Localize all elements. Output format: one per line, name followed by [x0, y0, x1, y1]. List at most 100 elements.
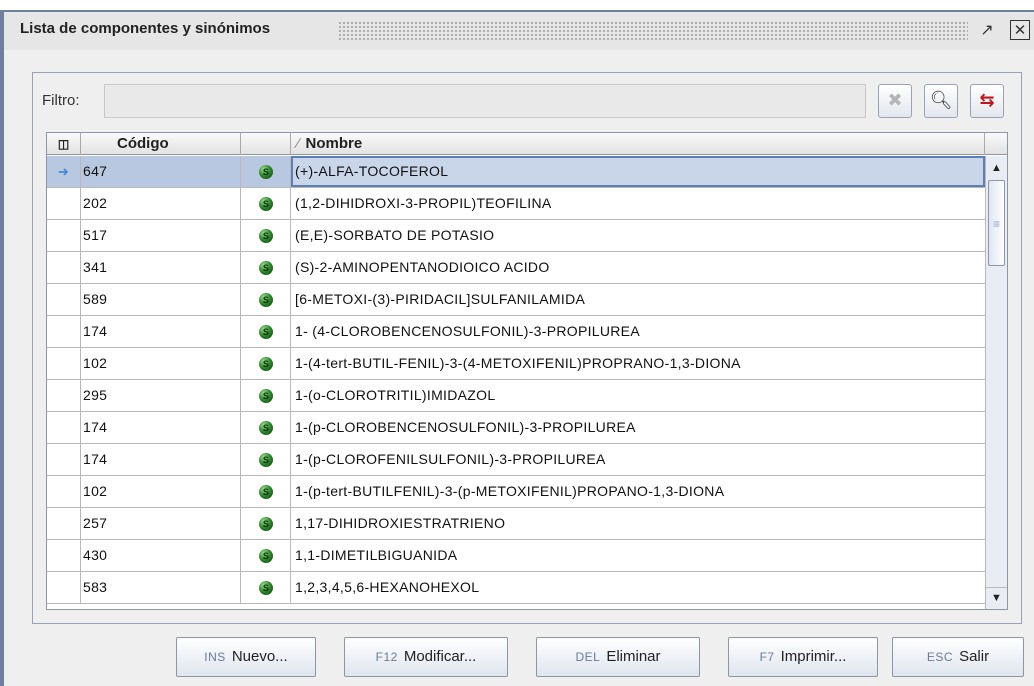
row-codigo: 517: [81, 220, 241, 251]
row-header: [47, 220, 81, 251]
row-nombre: 1-(p-tert-BUTILFENIL)-3-(p-METOXIFENIL)P…: [295, 483, 725, 499]
row-icon-cell: S: [241, 508, 291, 539]
row-header: [47, 380, 81, 411]
table-body: ➜ 647 S (+)-ALFA-TOCOFEROL 202 S (1,2-DIHIDROX…: [47, 156, 985, 604]
sort-indicator-icon: ⁄: [297, 135, 300, 152]
row-codigo: 102: [81, 348, 241, 379]
table-header: ◫ Código ⁄ Nombre: [47, 133, 1007, 155]
table-row[interactable]: 589 S [6-METOXI-(3)-PIRIDACIL]SULFANILAMID…: [47, 284, 985, 316]
row-header: [47, 252, 81, 283]
modify-button-label: Modificar...: [403, 648, 477, 665]
table-row[interactable]: 295 S 1-(o-CLOROTRITIL)IMIDAZOL: [47, 380, 985, 412]
table-row[interactable]: 102 S 1-(4-tert-BUTIL-FENIL)-3-(4-METOXIFE…: [47, 348, 985, 380]
row-nombre: 1- (4-CLOROBENCENOSULFONIL)-3-PROPILUREA: [295, 323, 640, 339]
clear-filter-button[interactable]: ✖: [878, 84, 912, 118]
row-header: [47, 412, 81, 443]
row-codigo: 583: [81, 572, 241, 603]
row-codigo: 257: [81, 508, 241, 539]
delete-button[interactable]: DEL Eliminar: [536, 637, 700, 677]
table-row[interactable]: 583 S 1,2,3,4,5,6-HEXANOHEXOL: [47, 572, 985, 604]
new-button-shortcut: INS: [204, 650, 226, 664]
synonym-green-s-icon: S: [259, 581, 273, 595]
row-header: [47, 316, 81, 347]
restore-icon[interactable]: ↗: [976, 20, 998, 42]
column-header-icon[interactable]: [241, 133, 291, 155]
title-bar[interactable]: Lista de componentes y sinónimos ↗ ✕: [4, 10, 1034, 50]
filter-label: Filtro:: [42, 92, 80, 109]
swap-button[interactable]: ⇆: [970, 84, 1004, 118]
row-header: [47, 572, 81, 603]
row-icon-cell: S: [241, 156, 291, 187]
row-icon-cell: S: [241, 540, 291, 571]
exit-button-label: Salir: [959, 648, 990, 665]
row-icon-cell: S: [241, 444, 291, 475]
scroll-up-icon[interactable]: ▲: [986, 158, 1007, 178]
table-row[interactable]: 174 S 1- (4-CLOROBENCENOSULFONIL)-3-PROPIL…: [47, 316, 985, 348]
synonym-green-s-icon: S: [259, 357, 273, 371]
column-header-nombre-label: Nombre: [305, 135, 363, 152]
exit-button[interactable]: ESC Salir: [892, 637, 1024, 677]
modify-button[interactable]: F12 Modificar...: [344, 637, 508, 677]
synonym-green-s-icon: S: [259, 485, 273, 499]
row-nombre: (+)-ALFA-TOCOFEROL: [291, 156, 985, 187]
clear-icon: ✖: [887, 90, 903, 111]
table-row[interactable]: 174 S 1-(p-CLOROFENILSULFONIL)-3-PROPILURE…: [47, 444, 985, 476]
table-row[interactable]: 341 S (S)-2-AMINOPENTANODIOICO ACIDO: [47, 252, 985, 284]
arrow-right-icon: ➜: [47, 156, 81, 187]
table-row[interactable]: 257 S 1,17-DIHIDROXIESTRATRIENO: [47, 508, 985, 540]
synonym-green-s-icon: S: [259, 293, 273, 307]
synonym-green-s-icon: S: [259, 165, 273, 179]
column-chooser-icon[interactable]: ◫: [47, 133, 81, 155]
close-icon[interactable]: ✕: [1010, 20, 1030, 40]
synonym-green-s-icon: S: [259, 421, 273, 435]
row-header: [47, 348, 81, 379]
row-nombre: 1-(p-CLOROFENILSULFONIL)-3-PROPILUREA: [295, 451, 606, 467]
column-header-codigo[interactable]: Código: [81, 133, 241, 155]
row-icon-cell: S: [241, 412, 291, 443]
exit-button-shortcut: ESC: [926, 650, 954, 664]
row-nombre: 1,2,3,4,5,6-HEXANOHEXOL: [295, 579, 480, 595]
table-row[interactable]: 202 S (1,2-DIHIDROXI-3-PROPIL)TEOFILINA: [47, 188, 985, 220]
row-icon-cell: S: [241, 316, 291, 347]
delete-button-label: Eliminar: [606, 648, 661, 665]
delete-button-shortcut: DEL: [575, 650, 601, 664]
column-header-nombre[interactable]: ⁄ Nombre: [291, 133, 985, 155]
row-icon-cell: S: [241, 380, 291, 411]
row-icon-cell: S: [241, 284, 291, 315]
row-codigo: 102: [81, 476, 241, 507]
new-button[interactable]: INS Nuevo...: [176, 637, 316, 677]
row-header: [47, 540, 81, 571]
row-codigo: 174: [81, 444, 241, 475]
row-codigo: 341: [81, 252, 241, 283]
row-nombre: 1-(4-tert-BUTIL-FENIL)-3-(4-METOXIFENIL)…: [295, 355, 741, 371]
synonym-green-s-icon: S: [259, 549, 273, 563]
table-row[interactable]: 517 S (E,E)-SORBATO DE POTASIO: [47, 220, 985, 252]
synonym-green-s-icon: S: [259, 261, 273, 275]
table-row[interactable]: 102 S 1-(p-tert-BUTILFENIL)-3-(p-METOXIFEN…: [47, 476, 985, 508]
row-icon-cell: S: [241, 188, 291, 219]
print-button-label: Imprimir...: [780, 648, 847, 665]
scroll-thumb[interactable]: ≡: [988, 180, 1005, 266]
row-codigo: 589: [81, 284, 241, 315]
search-icon: 🔍︎: [929, 90, 953, 111]
filter-input[interactable]: [104, 84, 866, 118]
row-codigo: 202: [81, 188, 241, 219]
vertical-scrollbar[interactable]: ▲ ≡ ▼: [985, 156, 1007, 609]
modify-button-shortcut: F12: [375, 650, 398, 664]
row-nombre: (1,2-DIHIDROXI-3-PROPIL)TEOFILINA: [295, 195, 552, 211]
synonym-green-s-icon: S: [259, 453, 273, 467]
column-header-spacer: [985, 133, 1007, 155]
table-row[interactable]: 174 S 1-(p-CLOROBENCENOSULFONIL)-3-PROPILU…: [47, 412, 985, 444]
row-nombre: 1-(o-CLOROTRITIL)IMIDAZOL: [295, 387, 496, 403]
components-table: ◫ Código ⁄ Nombre ➜ 647 S (+)-ALFA-TOCOFEROL…: [46, 132, 1008, 610]
search-button[interactable]: 🔍︎: [924, 84, 958, 118]
row-header: [47, 476, 81, 507]
row-codigo: 174: [81, 412, 241, 443]
synonym-green-s-icon: S: [259, 389, 273, 403]
row-nombre: 1,1-DIMETILBIGUANIDA: [295, 547, 458, 563]
table-row[interactable]: 430 S 1,1-DIMETILBIGUANIDA: [47, 540, 985, 572]
table-row[interactable]: ➜ 647 S (+)-ALFA-TOCOFEROL: [47, 156, 985, 188]
print-button[interactable]: F7 Imprimir...: [728, 637, 878, 677]
row-codigo: 174: [81, 316, 241, 347]
scroll-down-icon[interactable]: ▼: [986, 587, 1007, 607]
